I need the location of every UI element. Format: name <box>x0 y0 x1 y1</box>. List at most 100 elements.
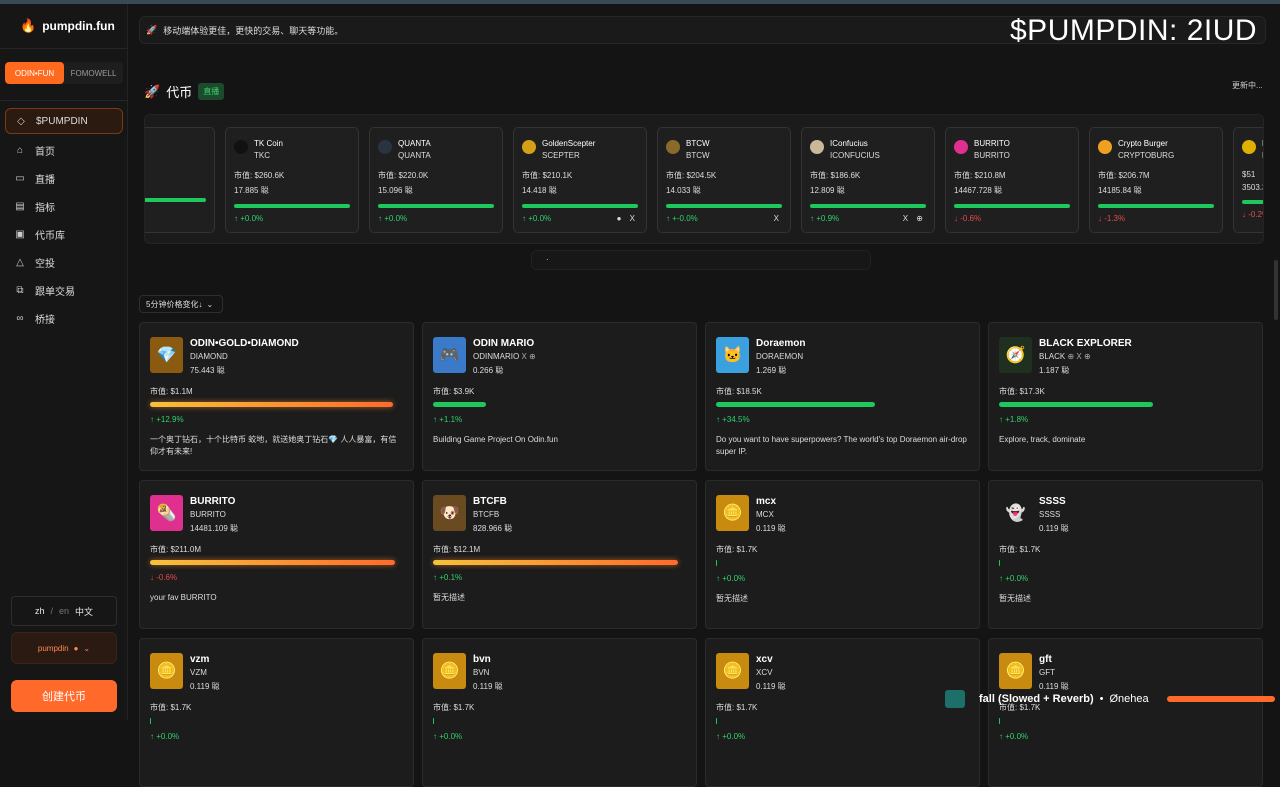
carousel-token-card[interactable]: IConfucius ICONFUCIUS 市值: $186.6K 12.809… <box>801 127 935 233</box>
sort-select[interactable]: 5分钟价格变化↓ ⌄ <box>139 295 223 313</box>
price-change: ↓ -1.3% <box>1098 214 1126 223</box>
token-ticker: GFT <box>1039 668 1055 677</box>
holders: 0.266 聪 <box>473 366 504 375</box>
carousel-token-card[interactable] <box>145 127 215 233</box>
scroll-dot: · <box>546 255 549 264</box>
tab-fomowell[interactable]: FOMOWELL <box>64 62 123 84</box>
token-card[interactable]: 💎 ODIN•GOLD•DIAMOND DIAMOND 75.443 聪 市值:… <box>139 322 414 471</box>
progress-bar <box>433 560 679 565</box>
price-change: ↑ +0.0% <box>716 732 746 741</box>
token-name: Crypto Burger <box>1118 139 1168 148</box>
updating-status: 更新中... <box>1232 81 1263 90</box>
token-card[interactable]: 🐱 Doraemon DORAEMON 1.269 聪 市值: $18.5K ↑… <box>705 322 980 471</box>
divider <box>0 48 128 49</box>
bridge-icon: ∞ <box>16 312 24 324</box>
create-token-button[interactable]: 创建代币 <box>11 680 117 712</box>
carousel-token-card[interactable]: Crypto Burger CRYPTOBURG 市值: $206.7M 141… <box>1089 127 1223 233</box>
holders: 0.119 聪 <box>756 524 786 533</box>
token-carousel: TK Coin TKC 市值: $260.6K 17.885 聪 ↑ +0.0%… <box>144 114 1264 244</box>
holders: 0.119 聪 <box>190 682 220 691</box>
sidebar-item-copy-trade[interactable]: ⧉ 跟单交易 <box>5 276 123 304</box>
social-icons[interactable]: ⊕ X ⊕ <box>1067 352 1090 361</box>
top-border <box>0 0 1280 4</box>
sort-label: 5分钟价格变化↓ <box>146 299 203 309</box>
sidebar-item-label: 跟单交易 <box>35 286 75 298</box>
progress-bar[interactable] <box>1166 696 1275 702</box>
token-card[interactable]: 🪙 vzm VZM 0.119 聪 市值: $1.7K ↑ +0.0% <box>139 638 414 787</box>
page-scrollbar[interactable] <box>1274 260 1278 320</box>
token-title: BLACK EXPLORER <box>1039 338 1132 349</box>
market-cap: 市值: $3.9K <box>433 387 475 396</box>
sidebar-item-airdrop[interactable]: △ 空投 <box>5 248 123 276</box>
holders: 14.033 聪 <box>666 186 701 195</box>
sidebar-item-home[interactable]: ⌂ 首页 <box>5 136 123 164</box>
token-avatar <box>1242 140 1256 154</box>
carousel-token-card[interactable]: Bit BIT $51 3503.36 ↓ -0.2% <box>1233 127 1263 233</box>
carousel-token-card[interactable]: GoldenScepter SCEPTER 市值: $210.1K 14.418… <box>513 127 647 233</box>
social-icons[interactable]: X <box>774 214 782 223</box>
token-card[interactable]: 🪙 bvn BVN 0.119 聪 市值: $1.7K ↑ +0.0% <box>422 638 697 787</box>
token-title: BTCFB <box>473 496 507 507</box>
social-icons[interactable]: ● X <box>617 214 638 223</box>
token-card[interactable]: 🪙 gft GFT 0.119 聪 市值: $1.7K ↑ +0.0% <box>988 638 1263 787</box>
token-card[interactable]: 🐶 BTCFB BTCFB 828.966 聪 市值: $12.1M ↑ +0.… <box>422 480 697 629</box>
sidebar-item-token-library[interactable]: ▣ 代币库 <box>5 220 123 248</box>
token-card[interactable]: 🌯 BURRITO BURRITO 14481.109 聪 市值: $211.0… <box>139 480 414 629</box>
token-ticker: SCEPTER <box>542 151 580 160</box>
token-card[interactable]: 🪙 mcx MCX 0.119 聪 市值: $1.7K ↑ +0.0% 暂无描述 <box>705 480 980 629</box>
token-name: BURRITO <box>974 139 1010 148</box>
separator: • <box>1099 693 1104 705</box>
lang-en[interactable]: en <box>59 606 69 616</box>
progress-bar <box>666 204 782 208</box>
lang-zh[interactable]: zh <box>35 606 45 616</box>
token-image: 🪙 <box>150 653 183 689</box>
price-change: ↑ +-0.0% <box>666 214 698 223</box>
carousel-token-card[interactable]: QUANTA QUANTA 市值: $220.0K 15.096 聪 ↑ +0.… <box>369 127 503 233</box>
lang-separator: / <box>50 606 53 616</box>
album-art <box>945 690 965 708</box>
social-icons[interactable]: X ⊕ <box>521 352 535 361</box>
token-ticker: DORAEMON <box>756 352 804 361</box>
banner-text: 移动端体验更佳，更快的交易、聊天等功能。 <box>163 25 344 36</box>
token-ticker: ICONFUCIUS <box>830 151 880 160</box>
progress-bar <box>522 204 638 208</box>
holders: 14.418 聪 <box>522 186 557 195</box>
logo-text: pumpdin.fun <box>42 19 115 33</box>
holders: 0.119 聪 <box>1039 524 1069 533</box>
user-menu-button[interactable]: pumpdin ● ⌄ <box>11 632 117 664</box>
token-card[interactable]: 👻 SSSS SSSS 0.119 聪 市值: $1.7K ↑ +0.0% 暂无… <box>988 480 1263 629</box>
carousel-token-card[interactable]: BURRITO BURRITO 市值: $210.8M 14467.728 聪 … <box>945 127 1079 233</box>
price-change: ↑ +0.0% <box>999 574 1029 583</box>
token-card[interactable]: 🎮 ODIN MARIO ODINMARIO X ⊕ 0.266 聪 市值: $… <box>422 322 697 471</box>
social-icons[interactable]: X ⊕ <box>903 214 926 223</box>
language-switch[interactable]: zh / en 中文 <box>11 596 117 626</box>
token-name: QUANTA <box>398 139 431 148</box>
sidebar-item-pumpdin[interactable]: ◇ $PUMPDIN <box>5 108 123 134</box>
token-ticker: BLACK <box>1039 352 1066 361</box>
music-player: fall (Slowed + Reverb) • Ønehea <box>945 688 1275 710</box>
token-description: 暂无描述 <box>999 594 1031 603</box>
carousel-token-card[interactable]: TK Coin TKC 市值: $260.6K 17.885 聪 ↑ +0.0% <box>225 127 359 233</box>
carousel-scrollbar[interactable]: · <box>531 250 871 270</box>
token-image: 🎮 <box>433 337 466 373</box>
tab-odin-fun[interactable]: ODIN•FUN <box>5 62 64 84</box>
carousel-token-card[interactable]: BTCW BTCW 市值: $204.5K 14.033 聪 ↑ +-0.0% … <box>657 127 791 233</box>
sidebar-item-bridge[interactable]: ∞ 桥接 <box>5 304 123 332</box>
token-description: Building Game Project On Odin.fun <box>433 435 558 444</box>
token-card[interactable]: 🪙 xcv XCV 0.119 聪 市值: $1.7K ↑ +0.0% <box>705 638 980 787</box>
holders: 3503.36 <box>1242 183 1263 192</box>
progress-bar <box>999 718 1000 724</box>
market-cap: 市值: $204.5K <box>666 171 717 180</box>
progress-bar <box>150 402 393 407</box>
sidebar: 🔥 pumpdin.fun ODIN•FUN FOMOWELL ◇ $PUMPDI… <box>0 4 128 720</box>
sidebar-item-live[interactable]: ▭ 直播 <box>5 164 123 192</box>
progress-bar <box>150 718 151 724</box>
logo[interactable]: 🔥 pumpdin.fun <box>20 18 115 34</box>
token-description: Do you want to have superpowers? The wor… <box>716 435 967 456</box>
sidebar-item-metrics[interactable]: ▤ 指标 <box>5 192 123 220</box>
progress-bar <box>433 402 487 407</box>
chart-icon: ▤ <box>15 200 25 212</box>
sidebar-item-label: 空投 <box>35 258 55 270</box>
market-cap: 市值: $1.7K <box>716 545 758 554</box>
token-card[interactable]: 🧭 BLACK EXPLORER BLACK ⊕ X ⊕ 1.187 聪 市值:… <box>988 322 1263 471</box>
